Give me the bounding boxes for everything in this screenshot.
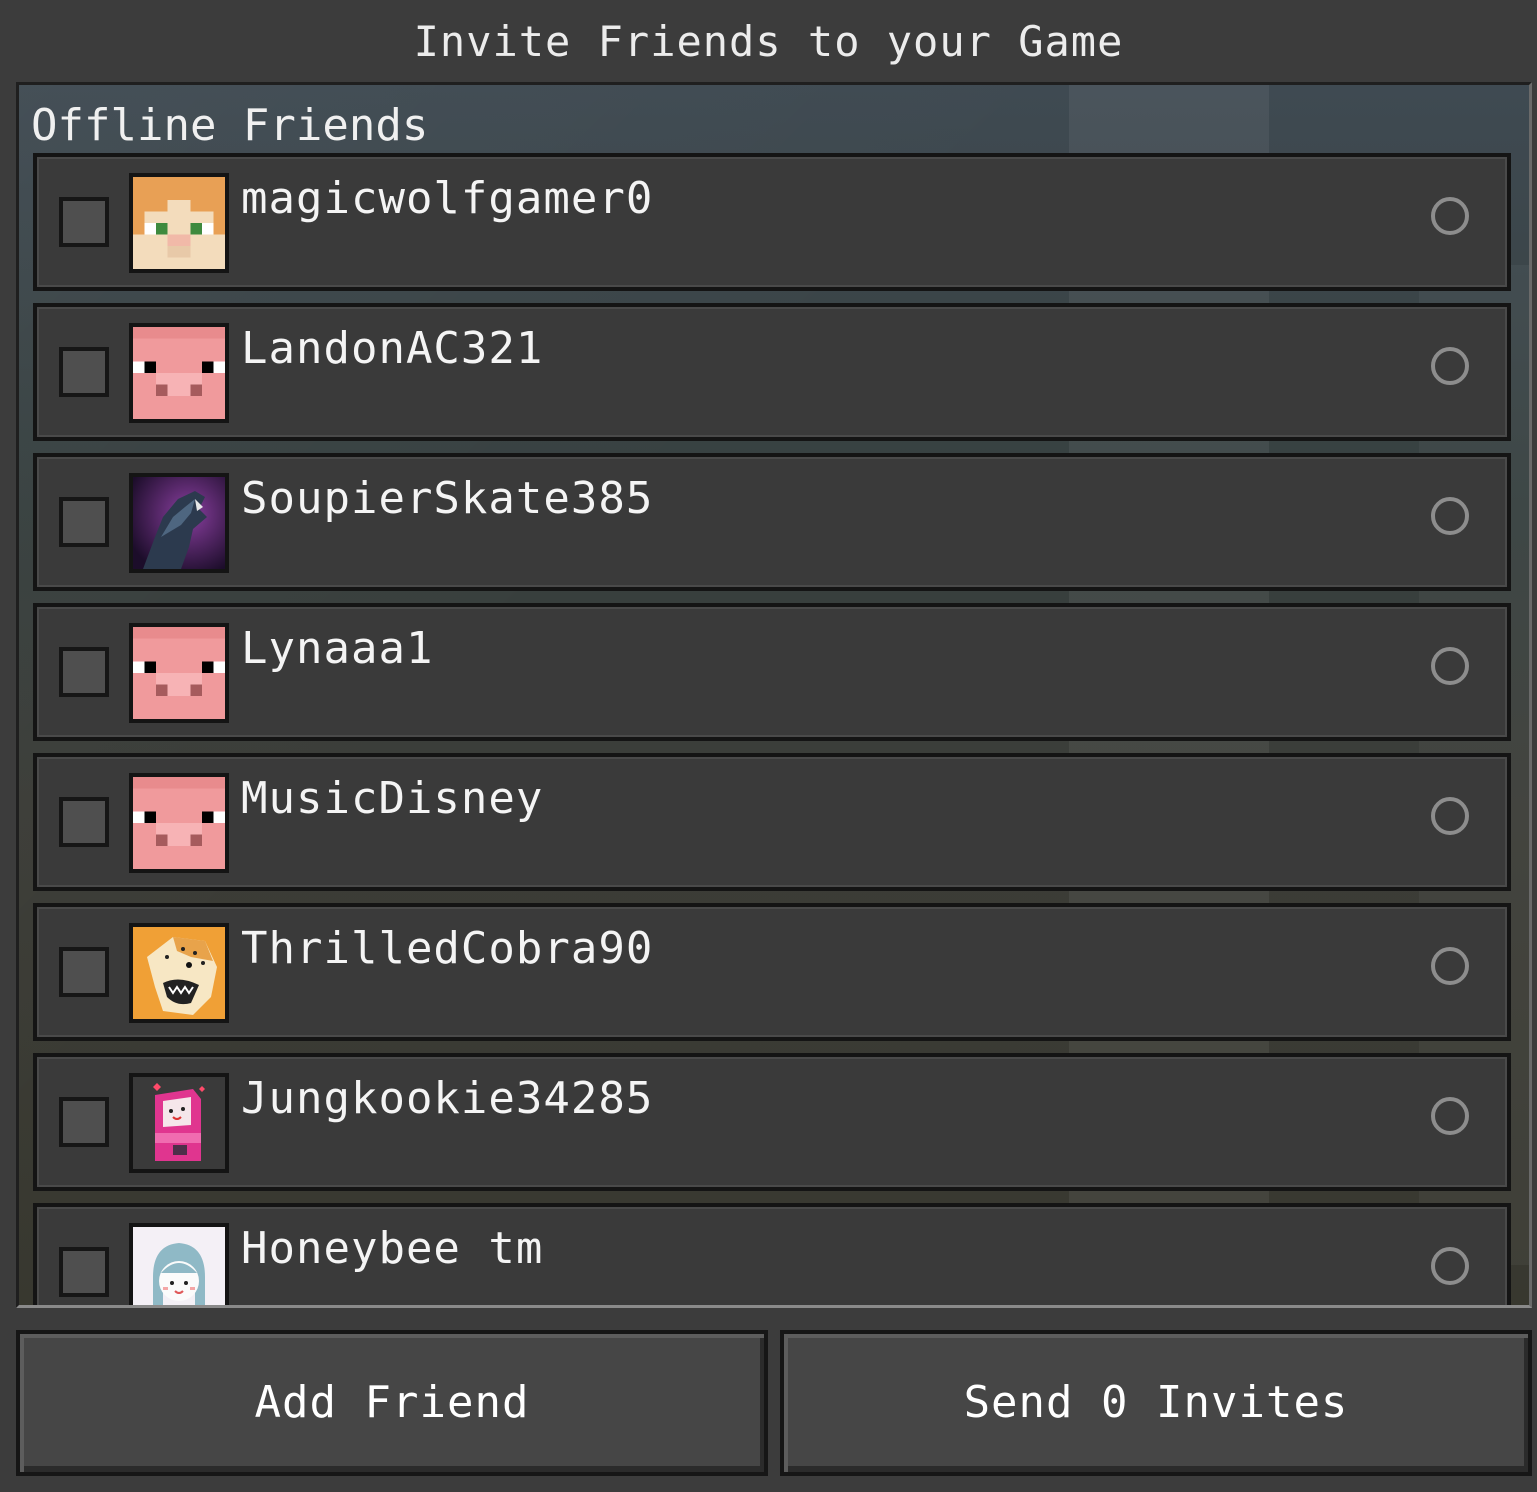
offline-status-icon	[1431, 1097, 1469, 1135]
friend-row[interactable]: LandonAC321	[33, 303, 1511, 441]
friend-gamertag: Jungkookie34285	[241, 1073, 654, 1124]
dialog-title: Invite Friends to your Game	[413, 17, 1124, 66]
offline-status-icon	[1431, 497, 1469, 535]
invite-checkbox[interactable]	[59, 797, 109, 847]
friend-gamertag: SoupierSkate385	[241, 473, 654, 524]
friend-gamertag: LandonAC321	[241, 323, 544, 374]
invite-checkbox[interactable]	[59, 1097, 109, 1147]
offline-status-icon	[1431, 1247, 1469, 1285]
offline-status-icon	[1431, 947, 1469, 985]
friend-gamertag: ThrilledCobra90	[241, 923, 654, 974]
friend-gamertag: magicwolfgamer0	[241, 173, 654, 224]
offline-friends-header: Offline Friends	[31, 100, 429, 151]
offline-status-icon	[1431, 197, 1469, 235]
invite-checkbox[interactable]	[59, 1247, 109, 1297]
friend-row[interactable]: SoupierSkate385	[33, 453, 1511, 591]
friend-row[interactable]: ThrilledCobra90	[33, 903, 1511, 1041]
anime-girl-icon	[129, 1223, 229, 1305]
friend-gamertag: Honeybee tm	[241, 1223, 544, 1274]
invite-checkbox[interactable]	[59, 947, 109, 997]
werewolf-picture-icon	[129, 473, 229, 573]
invite-checkbox[interactable]	[59, 347, 109, 397]
offline-status-icon	[1431, 797, 1469, 835]
send-invites-button[interactable]: Send 0 Invites	[780, 1330, 1532, 1476]
pig-face-icon	[129, 323, 229, 423]
friends-list-panel[interactable]: Offline Friends magicwolfgamer0 LandonAC…	[16, 82, 1532, 1308]
friend-gamertag: MusicDisney	[241, 773, 544, 824]
alex-skin-icon	[129, 173, 229, 273]
invite-checkbox[interactable]	[59, 647, 109, 697]
pig-face-icon	[129, 773, 229, 873]
friend-row[interactable]: Jungkookie34285	[33, 1053, 1511, 1191]
offline-status-icon	[1431, 347, 1469, 385]
offline-status-icon	[1431, 647, 1469, 685]
friend-row[interactable]: Lynaaa1	[33, 603, 1511, 741]
cheetah-picture-icon	[129, 923, 229, 1023]
invite-checkbox[interactable]	[59, 197, 109, 247]
pig-face-icon	[129, 623, 229, 723]
add-friend-button[interactable]: Add Friend	[16, 1330, 768, 1476]
friend-row[interactable]: magicwolfgamer0	[33, 153, 1511, 291]
friend-row[interactable]: Honeybee tm	[33, 1203, 1511, 1305]
friend-gamertag: Lynaaa1	[241, 623, 434, 674]
arcade-cabinet-icon	[129, 1073, 229, 1173]
friend-row[interactable]: MusicDisney	[33, 753, 1511, 891]
invite-checkbox[interactable]	[59, 497, 109, 547]
